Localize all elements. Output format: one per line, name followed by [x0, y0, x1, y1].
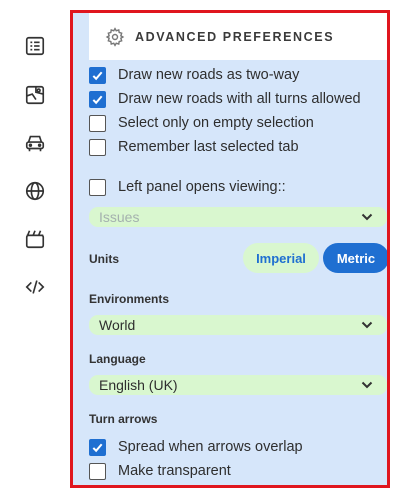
checkbox-checked-icon[interactable]: [89, 90, 106, 108]
select-value: World: [99, 317, 136, 333]
checkbox-unchecked-icon[interactable]: [89, 178, 106, 196]
checkbox-label: Left panel opens viewing::: [118, 179, 286, 195]
units-imperial-button[interactable]: Imperial: [243, 243, 319, 273]
side-rail: [0, 0, 70, 496]
code-icon[interactable]: [23, 275, 47, 299]
checkbox-label: Draw new roads with all turns allowed: [118, 91, 361, 107]
gear-icon: [105, 26, 125, 47]
language-select[interactable]: English (UK): [89, 375, 387, 395]
map-icon[interactable]: [23, 83, 47, 107]
checkbox-spread-arrows[interactable]: Spread when arrows overlap: [89, 437, 303, 457]
clapperboard-icon[interactable]: [23, 227, 47, 251]
environments-label: Environments: [89, 292, 170, 306]
checkbox-make-transparent[interactable]: Make transparent: [89, 461, 231, 481]
chevron-down-icon: [361, 213, 373, 221]
advanced-preferences-panel: ADVANCED PREFERENCES Draw new roads as t…: [70, 10, 390, 488]
checkbox-label: Remember last selected tab: [118, 139, 299, 155]
chevron-down-icon: [361, 321, 373, 329]
checkbox-select-empty-selection[interactable]: Select only on empty selection: [89, 113, 314, 133]
checkbox-unchecked-icon[interactable]: [89, 138, 106, 156]
checkbox-label: Select only on empty selection: [118, 115, 314, 131]
select-value: Issues: [99, 209, 140, 225]
checkbox-remember-last-tab[interactable]: Remember last selected tab: [89, 137, 299, 157]
checkbox-checked-icon[interactable]: [89, 66, 106, 84]
checkbox-all-turns-allowed[interactable]: Draw new roads with all turns allowed: [89, 89, 361, 109]
checkbox-label: Make transparent: [118, 463, 231, 479]
checkbox-checked-icon[interactable]: [89, 438, 106, 456]
checkbox-two-way-roads[interactable]: Draw new roads as two-way: [89, 65, 299, 85]
left-panel-select: Issues: [89, 207, 387, 227]
units-label: Units: [89, 252, 119, 266]
checkbox-label: Draw new roads as two-way: [118, 67, 300, 83]
units-metric-button[interactable]: Metric: [323, 243, 387, 273]
select-value: English (UK): [99, 377, 178, 393]
turn-arrows-label: Turn arrows: [89, 412, 158, 426]
checkbox-label: Spread when arrows overlap: [118, 439, 303, 455]
environments-select[interactable]: World: [89, 315, 387, 335]
language-label: Language: [89, 352, 146, 366]
checkbox-left-panel-opens[interactable]: Left panel opens viewing::: [89, 177, 286, 197]
globe-icon[interactable]: [23, 179, 47, 203]
list-icon[interactable]: [23, 34, 47, 58]
chevron-down-icon: [361, 381, 373, 389]
panel-title: ADVANCED PREFERENCES: [135, 29, 335, 44]
checkbox-unchecked-icon[interactable]: [89, 114, 106, 132]
panel-header: ADVANCED PREFERENCES: [89, 13, 387, 60]
car-icon[interactable]: [23, 131, 47, 155]
checkbox-unchecked-icon[interactable]: [89, 462, 106, 480]
